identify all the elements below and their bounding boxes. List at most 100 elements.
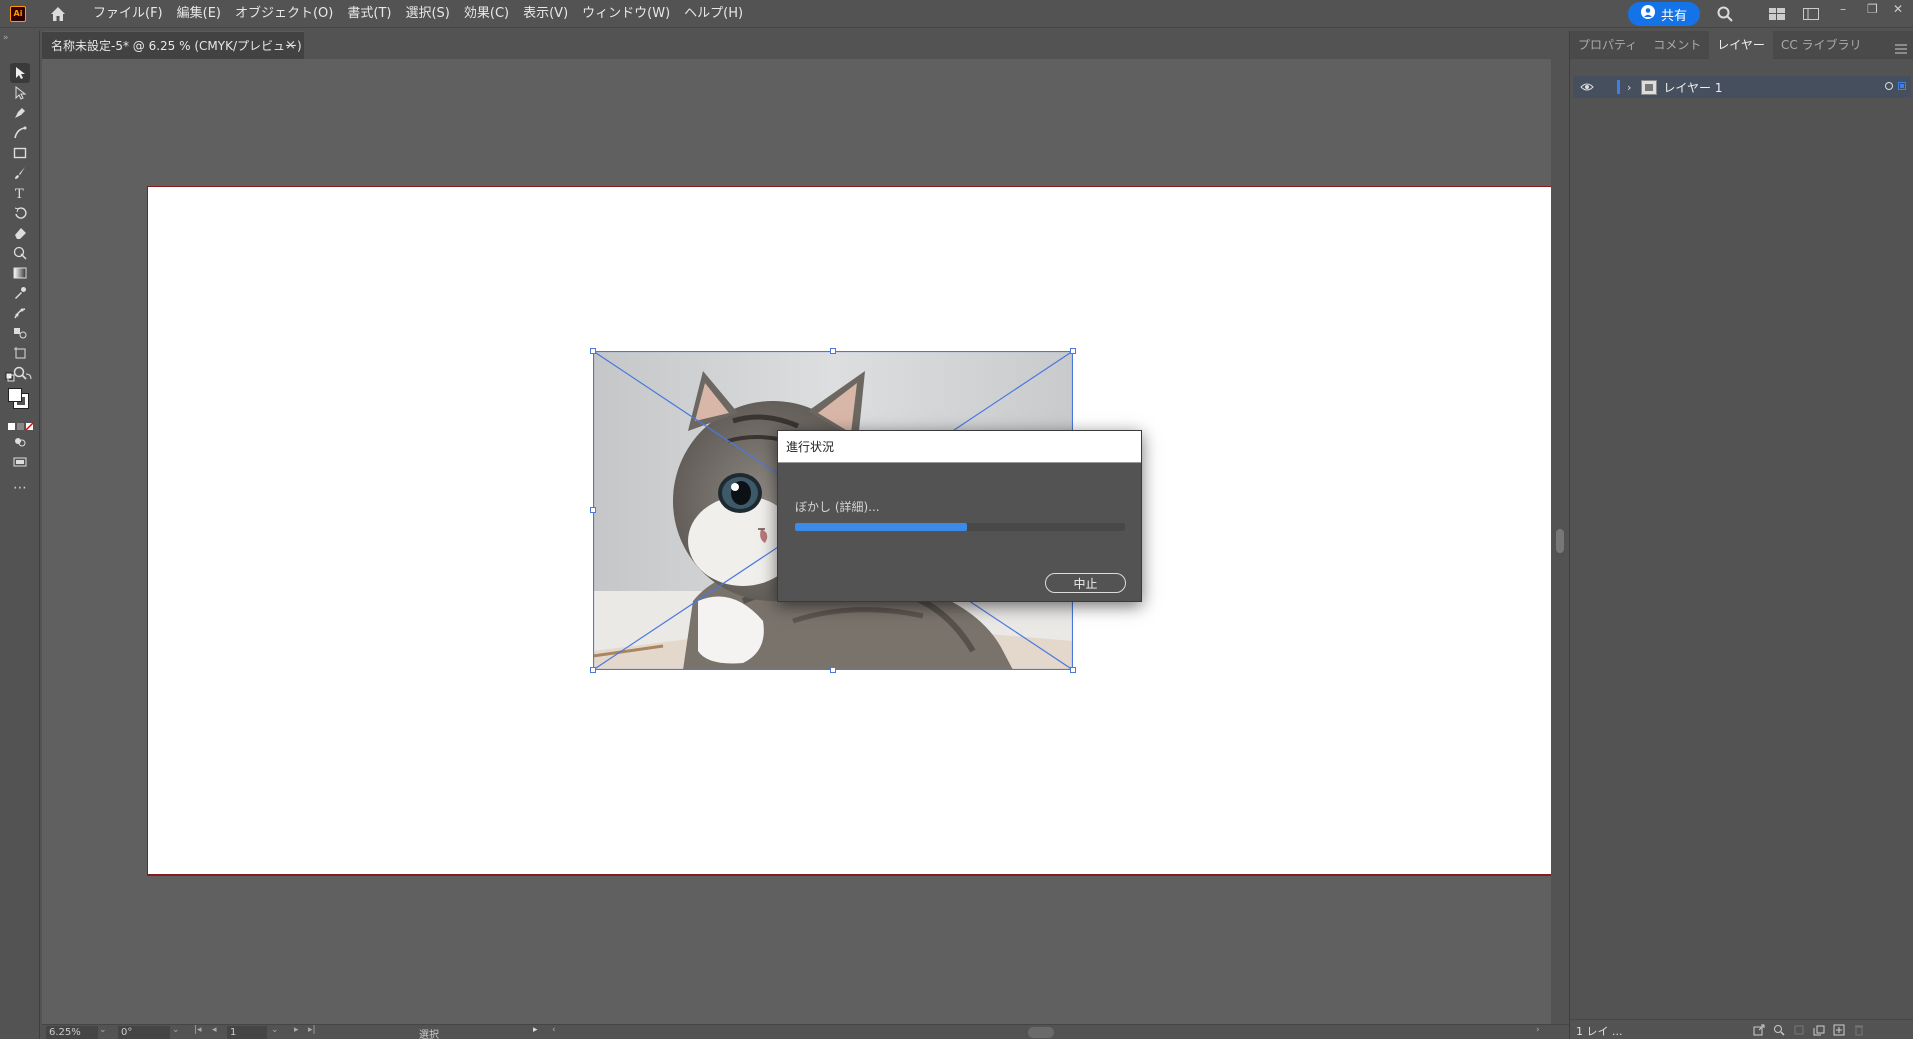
svg-text:T: T xyxy=(15,187,24,200)
handle-middle-left[interactable] xyxy=(590,507,596,513)
default-fill-stroke-icon[interactable] xyxy=(5,370,35,384)
menu-window[interactable]: ウィンドウ(W) xyxy=(575,0,677,28)
document-tab-bar: 名称未設定-5* @ 6.25 % (CMYK/プレビュー) × xyxy=(42,31,1569,59)
screen-mode-icon[interactable] xyxy=(10,452,30,472)
tab-comments[interactable]: コメント xyxy=(1645,31,1709,59)
draw-mode-icon[interactable] xyxy=(10,432,30,452)
paintbrush-tool-icon[interactable] xyxy=(10,163,30,183)
menu-help[interactable]: ヘルプ(H) xyxy=(677,0,750,28)
visibility-eye-icon[interactable] xyxy=(1580,82,1596,92)
locate-object-icon[interactable] xyxy=(1772,1023,1786,1037)
handle-bottom-left[interactable] xyxy=(590,667,596,673)
zoom-field[interactable]: 6.25% xyxy=(46,1026,98,1039)
menu-file[interactable]: ファイル(F) xyxy=(86,0,170,28)
handle-top-center[interactable] xyxy=(830,348,836,354)
next-artboard-icon[interactable]: ▸ xyxy=(294,1025,299,1035)
artboard-dropdown-icon[interactable]: ⌄ xyxy=(271,1025,279,1035)
handle-bottom-center[interactable] xyxy=(830,667,836,673)
menu-view[interactable]: 表示(V) xyxy=(516,0,575,28)
menu-effect[interactable]: 効果(C) xyxy=(457,0,516,28)
curvature-tool-icon[interactable] xyxy=(10,123,30,143)
eraser-tool-icon[interactable] xyxy=(10,223,30,243)
rotation-dropdown-icon[interactable]: ⌄ xyxy=(172,1025,180,1035)
workspace-switcher-icon[interactable] xyxy=(1768,5,1786,23)
rotation-field[interactable]: 0° xyxy=(118,1026,170,1039)
pen-tool-icon[interactable] xyxy=(10,103,30,123)
close-window-icon[interactable]: ✕ xyxy=(1893,2,1903,16)
app-logo: Ai xyxy=(10,5,26,22)
close-tab-icon[interactable]: × xyxy=(285,38,296,53)
progress-status-text: ぼかし (詳細)... xyxy=(795,500,880,514)
handle-top-right[interactable] xyxy=(1070,348,1076,354)
new-sublayer-icon[interactable] xyxy=(1812,1023,1826,1037)
tab-cc-libraries[interactable]: CC ライブラリ xyxy=(1773,31,1870,59)
color-mode-icons[interactable] xyxy=(8,417,34,431)
horizontal-scrollbar-thumb[interactable] xyxy=(1028,1027,1054,1038)
menu-bar: Ai ファイル(F) 編集(E) オブジェクト(O) 書式(T) 選択(S) 効… xyxy=(0,0,1913,28)
layer-color-indicator xyxy=(1617,80,1620,94)
progress-bar-fill xyxy=(795,523,967,531)
layer-row[interactable]: › レイヤー 1 xyxy=(1573,76,1911,98)
menu-object[interactable]: オブジェクト(O) xyxy=(228,0,340,28)
delete-layer-icon[interactable] xyxy=(1852,1023,1866,1037)
rotate-tool-icon[interactable] xyxy=(10,203,30,223)
share-button[interactable]: 共有 xyxy=(1628,2,1700,26)
type-tool-icon[interactable]: T xyxy=(10,183,30,203)
selection-indicator-icon[interactable] xyxy=(1898,82,1906,90)
collapse-panel-icon[interactable]: » xyxy=(3,33,9,43)
main-menu: ファイル(F) 編集(E) オブジェクト(O) 書式(T) 選択(S) 効果(C… xyxy=(86,0,750,28)
scroll-left-icon[interactable]: ‹ xyxy=(552,1025,556,1035)
tools-panel: » T ⋯ xyxy=(0,31,40,1039)
search-icon[interactable] xyxy=(1716,5,1734,23)
layer-count-label: 1 レイ ... xyxy=(1576,1025,1623,1038)
direct-selection-tool-icon[interactable] xyxy=(10,83,30,103)
status-bar: 6.25% ⌄ 0° ⌄ |◂ ◂ 1 ⌄ ▸ ▸| 選択 ▸ ‹ › xyxy=(42,1024,1569,1039)
export-icon[interactable] xyxy=(1752,1023,1766,1037)
current-tool-label: 選択 xyxy=(419,1030,439,1039)
document-tab[interactable]: 名称未設定-5* @ 6.25 % (CMYK/プレビュー) × xyxy=(42,31,304,59)
vertical-scrollbar[interactable] xyxy=(1551,59,1569,1024)
expand-chevron-icon[interactable]: › xyxy=(1627,81,1631,94)
eyedropper-tool-icon[interactable] xyxy=(10,283,30,303)
selection-tool-icon[interactable] xyxy=(10,63,30,83)
home-icon[interactable] xyxy=(48,4,68,24)
handle-bottom-right[interactable] xyxy=(1070,667,1076,673)
artboard-tool-icon[interactable] xyxy=(10,343,30,363)
make-clipping-mask-icon[interactable] xyxy=(1792,1023,1806,1037)
more-tools-icon[interactable]: ⋯ xyxy=(10,478,30,498)
shape-builder-tool-icon[interactable] xyxy=(10,243,30,263)
target-icon[interactable] xyxy=(1885,82,1893,90)
scroll-right-icon[interactable]: › xyxy=(1536,1025,1540,1035)
menu-edit[interactable]: 編集(E) xyxy=(170,0,228,28)
puppet-warp-tool-icon[interactable] xyxy=(10,303,30,323)
gradient-tool-icon[interactable] xyxy=(10,263,30,283)
panel-menu-icon[interactable] xyxy=(1895,39,1907,58)
status-menu-icon[interactable]: ▸ xyxy=(533,1025,538,1035)
panel-tab-bar: プロパティ コメント レイヤー CC ライブラリ xyxy=(1570,30,1913,59)
layer-thumbnail xyxy=(1641,79,1658,95)
scrollbar-thumb[interactable] xyxy=(1556,529,1564,553)
zoom-dropdown-icon[interactable]: ⌄ xyxy=(99,1025,107,1035)
artboard-number-field[interactable]: 1 xyxy=(227,1026,267,1039)
handle-top-left[interactable] xyxy=(590,348,596,354)
rectangle-tool-icon[interactable] xyxy=(10,143,30,163)
layers-panel-footer: 1 レイ ... xyxy=(1570,1019,1913,1039)
menu-type[interactable]: 書式(T) xyxy=(340,0,398,28)
tab-layers[interactable]: レイヤー xyxy=(1709,30,1773,59)
progress-bar xyxy=(795,523,1125,531)
last-artboard-icon[interactable]: ▸| xyxy=(308,1025,316,1035)
previous-artboard-icon[interactable]: ◂ xyxy=(212,1025,217,1035)
first-artboard-icon[interactable]: |◂ xyxy=(194,1025,202,1035)
share-label: 共有 xyxy=(1660,8,1687,24)
layers-panel: プロパティ コメント レイヤー CC ライブラリ › レイヤー 1 1 レイ .… xyxy=(1569,30,1913,1039)
minimize-icon[interactable]: – xyxy=(1840,2,1846,16)
layer-name[interactable]: レイヤー 1 xyxy=(1663,79,1722,96)
tab-properties[interactable]: プロパティ xyxy=(1570,31,1645,59)
cancel-button[interactable]: 中止 xyxy=(1045,573,1126,593)
arrange-documents-icon[interactable] xyxy=(1802,5,1820,23)
fill-stroke-swatch[interactable] xyxy=(6,386,34,414)
new-layer-icon[interactable] xyxy=(1832,1023,1846,1037)
menu-select[interactable]: 選択(S) xyxy=(398,0,456,28)
restore-icon[interactable]: ❐ xyxy=(1867,2,1878,16)
symbol-sprayer-tool-icon[interactable] xyxy=(10,323,30,343)
